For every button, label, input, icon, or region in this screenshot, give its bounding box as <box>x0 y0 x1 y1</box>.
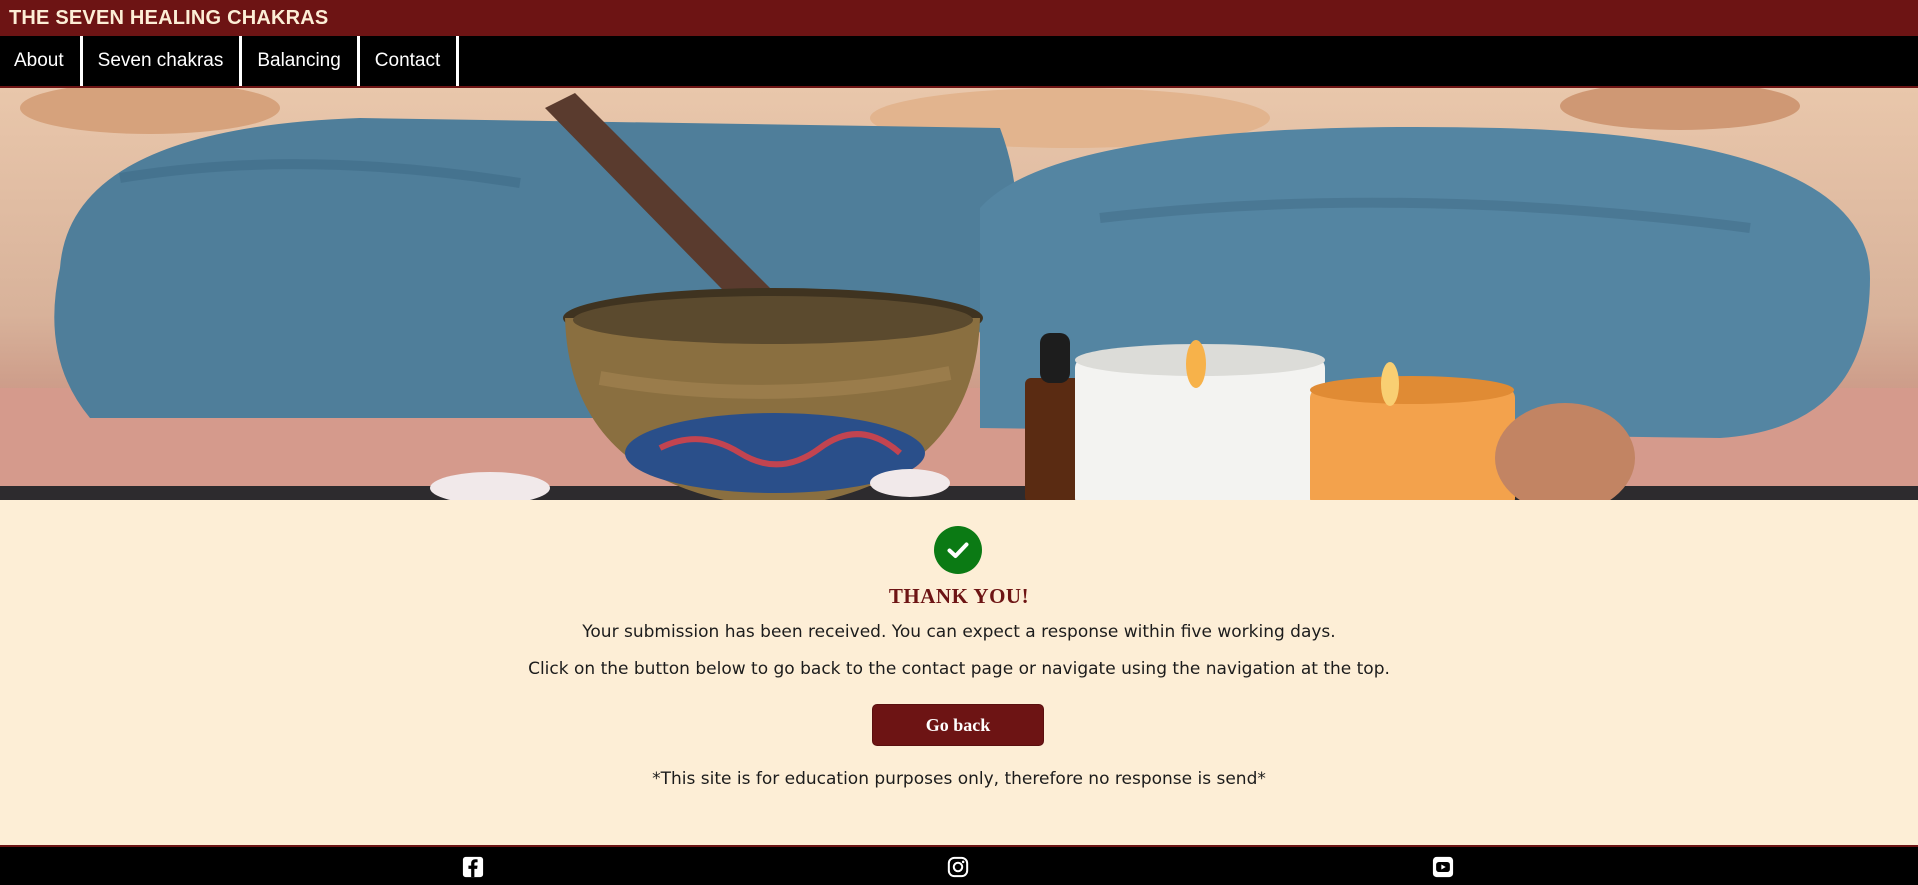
site-title: THE SEVEN HEALING CHAKRAS <box>9 6 329 29</box>
site-footer <box>0 845 1918 885</box>
confirmation-section: THANK YOU! Your submission has been rece… <box>0 500 1918 845</box>
main-nav: About Seven chakras Balancing Contact <box>0 36 1918 88</box>
submission-received-text: Your submission has been received. You c… <box>582 622 1336 642</box>
check-circle-icon <box>934 526 982 574</box>
nav-item-contact[interactable]: Contact <box>360 36 460 86</box>
meditation-scene-illustration <box>0 88 1918 500</box>
site-header: THE SEVEN HEALING CHAKRAS <box>0 0 1918 36</box>
nav-item-balancing[interactable]: Balancing <box>242 36 360 86</box>
nav-item-seven-chakras[interactable]: Seven chakras <box>83 36 243 86</box>
instagram-icon[interactable] <box>947 856 969 878</box>
nav-item-about[interactable]: About <box>0 36 83 86</box>
go-back-button[interactable]: Go back <box>872 704 1044 746</box>
facebook-icon[interactable] <box>462 856 484 878</box>
education-disclaimer: *This site is for education purposes onl… <box>652 769 1266 789</box>
thank-you-heading: THANK YOU! <box>888 584 1030 608</box>
hero-image <box>0 88 1918 500</box>
youtube-icon[interactable] <box>1432 856 1454 878</box>
navigation-instruction-text: Click on the button below to go back to … <box>528 659 1390 679</box>
